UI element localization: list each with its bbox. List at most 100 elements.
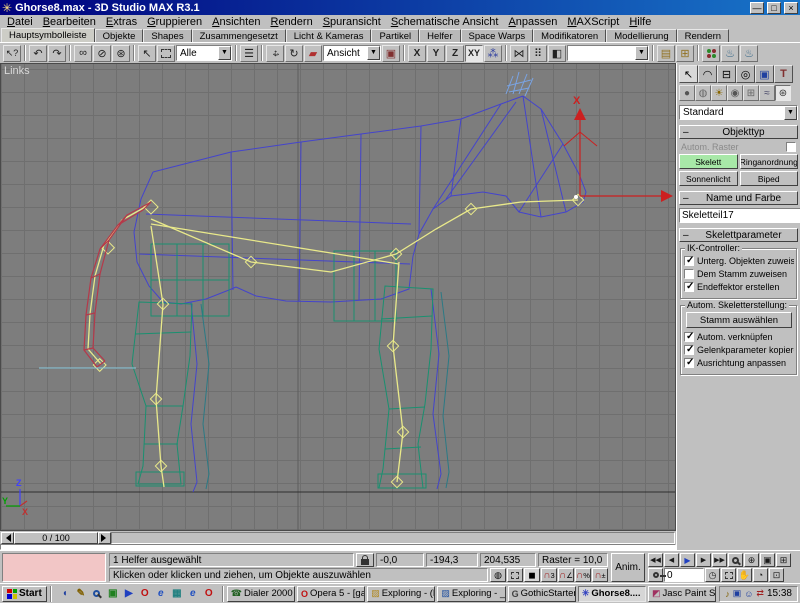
tab-zusammengesetzt[interactable]: Zusammengesetzt	[192, 29, 286, 42]
select-and-rotate-icon[interactable]: ↻	[285, 45, 303, 62]
dropdown-arrow-icon[interactable]: ▼	[218, 46, 231, 60]
object-name-field[interactable]	[679, 208, 800, 223]
align-icon[interactable]: ◧	[548, 45, 566, 62]
menu-extras[interactable]: Extras	[101, 16, 142, 28]
angle-snap-icon[interactable]: ∩∠	[558, 568, 574, 582]
autogrid-checkbox[interactable]	[786, 142, 796, 152]
menu-rendern[interactable]: Rendern	[265, 16, 317, 28]
menu-maxscript[interactable]: MAXScript	[562, 16, 624, 28]
crossing-selection-icon[interactable]	[507, 568, 523, 582]
select-and-help-icon[interactable]: ↖?	[3, 45, 21, 62]
imaging-icon[interactable]: ▦	[170, 587, 184, 601]
media-player-icon[interactable]: ▶	[122, 587, 136, 601]
viewport-links[interactable]: Links	[0, 63, 676, 531]
select-and-move-icon[interactable]: ↔↕	[266, 45, 284, 62]
zoom-all-icon[interactable]: ⊕	[744, 553, 759, 567]
time-configuration-icon[interactable]: ◷	[705, 568, 720, 582]
minimize-button[interactable]: —	[750, 2, 764, 14]
named-selection-dropdown[interactable]: ▼	[567, 45, 649, 61]
volume-icon[interactable]: ♪	[725, 589, 730, 599]
degradation-icon[interactable]: ◍	[490, 568, 506, 582]
bind-to-space-warp-icon[interactable]: ⊛	[112, 45, 130, 62]
rollout-skelettparameter[interactable]: – Skelettparameter	[679, 228, 798, 242]
track-view-icon[interactable]: ▤	[657, 45, 675, 62]
time-slider-handle[interactable]: 0 / 100	[14, 532, 98, 544]
checkbox[interactable]	[684, 345, 694, 355]
region-select-icon[interactable]	[157, 45, 175, 62]
tab-modellierung[interactable]: Modellierung	[606, 29, 676, 42]
cameras-category-icon[interactable]: ◉	[727, 85, 743, 101]
start-button[interactable]: Start	[2, 586, 47, 602]
opera-icon[interactable]: O	[138, 587, 152, 601]
viewport-label[interactable]: Links	[4, 65, 30, 77]
undo-icon[interactable]: ↶	[29, 45, 47, 62]
tab-rendern[interactable]: Rendern	[677, 29, 729, 42]
dropdown-arrow-icon[interactable]: ▼	[784, 106, 797, 120]
tab-space-warps[interactable]: Space Warps	[461, 29, 534, 42]
time-slider-track[interactable]	[111, 532, 675, 544]
stamm-auswaehlen-button[interactable]: Stamm auswählen	[686, 312, 792, 328]
tab-hauptsymbolleiste[interactable]: Hauptsymbolleiste	[1, 28, 95, 42]
arc-rotate-icon[interactable]: ◔	[753, 568, 768, 582]
program-icon[interactable]: ▣	[106, 587, 120, 601]
check-autom-verknuepfen[interactable]: Autom. verknüpfen	[684, 332, 794, 342]
time-slider-right-button[interactable]	[98, 532, 111, 544]
viewport-canvas[interactable]: X Z Y X	[1, 64, 675, 530]
mirror-icon[interactable]: ⋈	[510, 45, 528, 62]
restrict-z-button[interactable]: Z	[446, 45, 464, 62]
network-icon[interactable]: ⇄	[756, 588, 764, 599]
checkbox[interactable]	[684, 358, 694, 368]
task-exploring-f[interactable]: ▨Exploring - (F:	[367, 586, 435, 602]
task-jasc-paint[interactable]: ◩Jasc Paint S...	[648, 586, 716, 602]
schematic-view-icon[interactable]: ⊞	[676, 45, 694, 62]
select-and-link-icon[interactable]: ∞	[74, 45, 92, 62]
pan-hand-icon[interactable]: ✋	[737, 568, 752, 582]
check-dem-stamm[interactable]: Dem Stamm zuweisen	[684, 269, 794, 279]
menu-schematische-ansicht[interactable]: Schematische Ansicht	[386, 16, 504, 28]
menu-hilfe[interactable]: Hilfe	[624, 16, 656, 28]
modify-tab-icon[interactable]: ◠	[698, 65, 717, 83]
next-frame-button[interactable]: ▶	[696, 553, 711, 567]
tab-licht-kameras[interactable]: Licht & Kameras	[286, 29, 372, 42]
render-last-icon[interactable]: ♨	[740, 45, 758, 62]
sonnenlicht-button[interactable]: Sonnenlicht	[679, 171, 738, 186]
geometry-category-icon[interactable]: ●	[679, 85, 695, 101]
create-tab-icon[interactable]: ↖	[679, 65, 698, 83]
maxscript-mini-listener[interactable]	[2, 553, 106, 582]
restrict-xy-plane-button[interactable]: XY	[465, 45, 483, 62]
tab-modifikatoren[interactable]: Modifikatoren	[533, 29, 606, 42]
go-to-start-button[interactable]: ◀◀	[648, 553, 663, 567]
rollout-objekttyp[interactable]: – Objekttyp	[679, 125, 798, 139]
material-editor-icon[interactable]	[702, 45, 720, 62]
find-icon[interactable]	[90, 587, 104, 601]
system-type-dropdown[interactable]: Standard ▼	[679, 105, 798, 120]
check-ausrichtung[interactable]: Ausrichtung anpassen	[684, 358, 794, 368]
tab-shapes[interactable]: Shapes	[143, 29, 191, 42]
utilities-tab-icon[interactable]: T	[774, 65, 793, 83]
task-exploring-2[interactable]: ▨Exploring - _...	[437, 586, 505, 602]
task-opera-5[interactable]: OOpera 5 - [ga..	[297, 586, 365, 602]
array-icon[interactable]: ⠿	[529, 45, 547, 62]
restrict-y-button[interactable]: Y	[427, 45, 445, 62]
redo-icon[interactable]: ↷	[48, 45, 66, 62]
animate-button[interactable]: Anim.	[611, 553, 645, 582]
dropdown-arrow-icon[interactable]: ▼	[635, 46, 648, 60]
skelett-button[interactable]: Skelett	[679, 154, 738, 169]
selection-lock-button[interactable]	[356, 553, 374, 567]
zoom-icon[interactable]	[728, 553, 743, 567]
shapes-category-icon[interactable]: ◍	[695, 85, 711, 101]
coordsys-dropdown[interactable]: Ansicht ▼	[323, 45, 381, 61]
checkbox[interactable]	[684, 269, 694, 279]
tab-partikel[interactable]: Partikel	[371, 29, 419, 42]
play-button[interactable]: ▶	[680, 553, 695, 567]
netscape-icon[interactable]: ◖	[58, 587, 72, 601]
notes-icon[interactable]: ✎	[74, 587, 88, 601]
key-mode-button[interactable]	[648, 568, 663, 582]
ik-toggle-icon[interactable]: ⁂	[484, 45, 502, 62]
close-button[interactable]: ×	[784, 2, 798, 14]
checkbox[interactable]	[684, 282, 694, 292]
check-gelenkparameter[interactable]: Gelenkparameter kopieren	[684, 345, 794, 355]
hierarchy-tab-icon[interactable]: ⊟	[717, 65, 736, 83]
restrict-x-button[interactable]: X	[408, 45, 426, 62]
unlink-icon[interactable]: ⊘	[93, 45, 111, 62]
